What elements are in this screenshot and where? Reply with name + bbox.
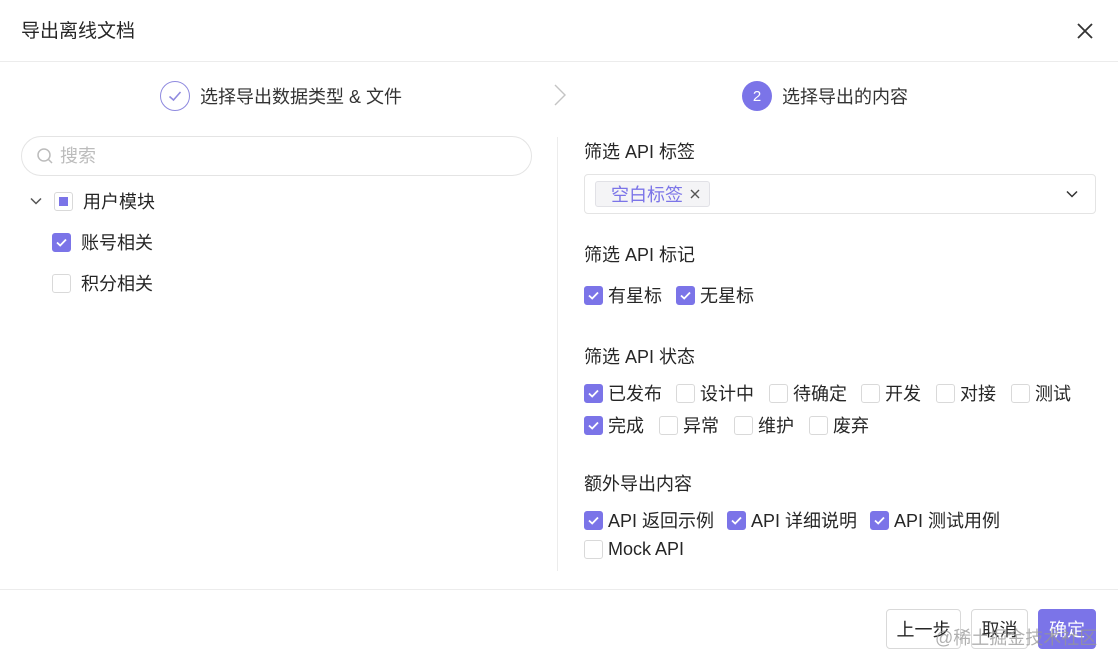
extra-option[interactable]: API 返回示例 [584, 507, 714, 533]
option-label: API 详细说明 [751, 511, 858, 531]
option-label: API 测试用例 [894, 511, 1001, 531]
option-label: 有星标 [608, 286, 662, 306]
option-checkbox[interactable] [659, 415, 678, 435]
status-option[interactable]: 待确定 [769, 380, 847, 406]
panel-divider [557, 137, 558, 571]
confirm-button[interactable]: 确定 [1038, 609, 1096, 649]
dialog-header: 导出离线文档 [0, 0, 1118, 62]
status-option[interactable]: 完成 [584, 412, 644, 438]
cancel-button[interactable]: 取消 [971, 609, 1028, 649]
option-label: 对接 [960, 384, 996, 404]
option-checkbox[interactable] [936, 383, 955, 403]
option-checkbox[interactable] [861, 383, 880, 403]
status-option[interactable]: 开发 [861, 380, 921, 406]
selected-tag-label: 空白标签 [611, 185, 683, 205]
status-option[interactable]: 异常 [659, 412, 719, 438]
option-label: API 返回示例 [608, 511, 715, 531]
step-2[interactable]: 2 选择导出的内容 [742, 81, 908, 111]
option-label: 维护 [758, 416, 794, 436]
option-label: 已发布 [608, 384, 662, 404]
option-starred[interactable]: 有星标 [584, 282, 662, 308]
close-icon[interactable] [689, 188, 701, 200]
step-1[interactable]: 选择导出数据类型 & 文件 [160, 81, 402, 111]
marks-section-label: 筛选 API 标记 [584, 245, 696, 265]
tree-node-child[interactable]: 账号相关 [52, 229, 153, 255]
option-checkbox[interactable] [584, 383, 603, 403]
tree-node-parent[interactable]: 用户模块 [28, 188, 155, 214]
option-unstarred[interactable]: 无星标 [676, 282, 754, 308]
extra-option[interactable]: API 测试用例 [870, 507, 1000, 533]
option-checkbox[interactable] [769, 383, 788, 403]
status-section-label: 筛选 API 状态 [584, 347, 696, 367]
search-input-wrapper[interactable] [21, 136, 532, 176]
tree-node-child[interactable]: 积分相关 [52, 270, 153, 296]
option-checkbox[interactable] [676, 285, 695, 305]
status-option[interactable]: 测试 [1011, 380, 1071, 406]
option-label: 废弃 [833, 416, 869, 436]
chevron-down-icon[interactable] [1065, 187, 1079, 201]
tree-child-checkbox[interactable] [52, 273, 71, 293]
status-option[interactable]: 废弃 [809, 412, 869, 438]
option-label: 待确定 [793, 384, 847, 404]
prev-button[interactable]: 上一步 [886, 609, 961, 649]
status-option[interactable]: 已发布 [584, 380, 662, 406]
option-label: Mock API [608, 539, 685, 559]
selected-tag[interactable]: 空白标签 [595, 181, 710, 207]
search-input[interactable] [60, 145, 500, 167]
status-option[interactable]: 维护 [734, 412, 794, 438]
footer-divider [0, 589, 1118, 590]
tree-child-label: 积分相关 [81, 274, 153, 294]
tags-section-label: 筛选 API 标签 [584, 142, 696, 162]
status-option[interactable]: 对接 [936, 380, 996, 406]
step-1-label: 选择导出数据类型 & 文件 [200, 87, 403, 107]
option-checkbox[interactable] [734, 415, 753, 435]
close-icon[interactable] [1074, 20, 1096, 42]
tag-select[interactable]: 空白标签 [584, 174, 1096, 214]
option-label: 完成 [608, 416, 644, 436]
tree-parent-label: 用户模块 [83, 192, 155, 212]
option-checkbox[interactable] [676, 383, 695, 403]
option-checkbox[interactable] [584, 415, 603, 435]
extra-section-label: 额外导出内容 [584, 474, 692, 494]
step-2-label: 选择导出的内容 [782, 87, 908, 107]
option-label: 测试 [1035, 384, 1071, 404]
option-checkbox[interactable] [870, 510, 889, 530]
option-checkbox[interactable] [584, 285, 603, 305]
search-icon [37, 148, 53, 164]
option-checkbox[interactable] [809, 415, 828, 435]
steps-bar: 选择导出数据类型 & 文件 2 选择导出的内容 [0, 62, 1118, 130]
dialog-title: 导出离线文档 [21, 21, 136, 42]
option-label: 设计中 [700, 384, 754, 404]
chevron-right-icon [554, 84, 566, 106]
chevron-down-icon[interactable] [28, 193, 44, 209]
option-checkbox[interactable] [727, 510, 746, 530]
option-checkbox[interactable] [584, 540, 603, 559]
extra-option[interactable]: Mock API [584, 539, 684, 560]
tree-child-checkbox[interactable] [52, 232, 71, 252]
option-label: 无星标 [700, 286, 754, 306]
extra-option[interactable]: API 详细说明 [727, 507, 857, 533]
option-label: 异常 [683, 416, 719, 436]
tree-child-label: 账号相关 [81, 233, 153, 253]
option-label: 开发 [885, 384, 921, 404]
status-option[interactable]: 设计中 [676, 380, 754, 406]
check-icon [160, 81, 190, 111]
step-2-number: 2 [742, 81, 772, 111]
option-checkbox[interactable] [1011, 383, 1030, 403]
tree-parent-checkbox[interactable] [54, 191, 73, 211]
option-checkbox[interactable] [584, 510, 603, 530]
